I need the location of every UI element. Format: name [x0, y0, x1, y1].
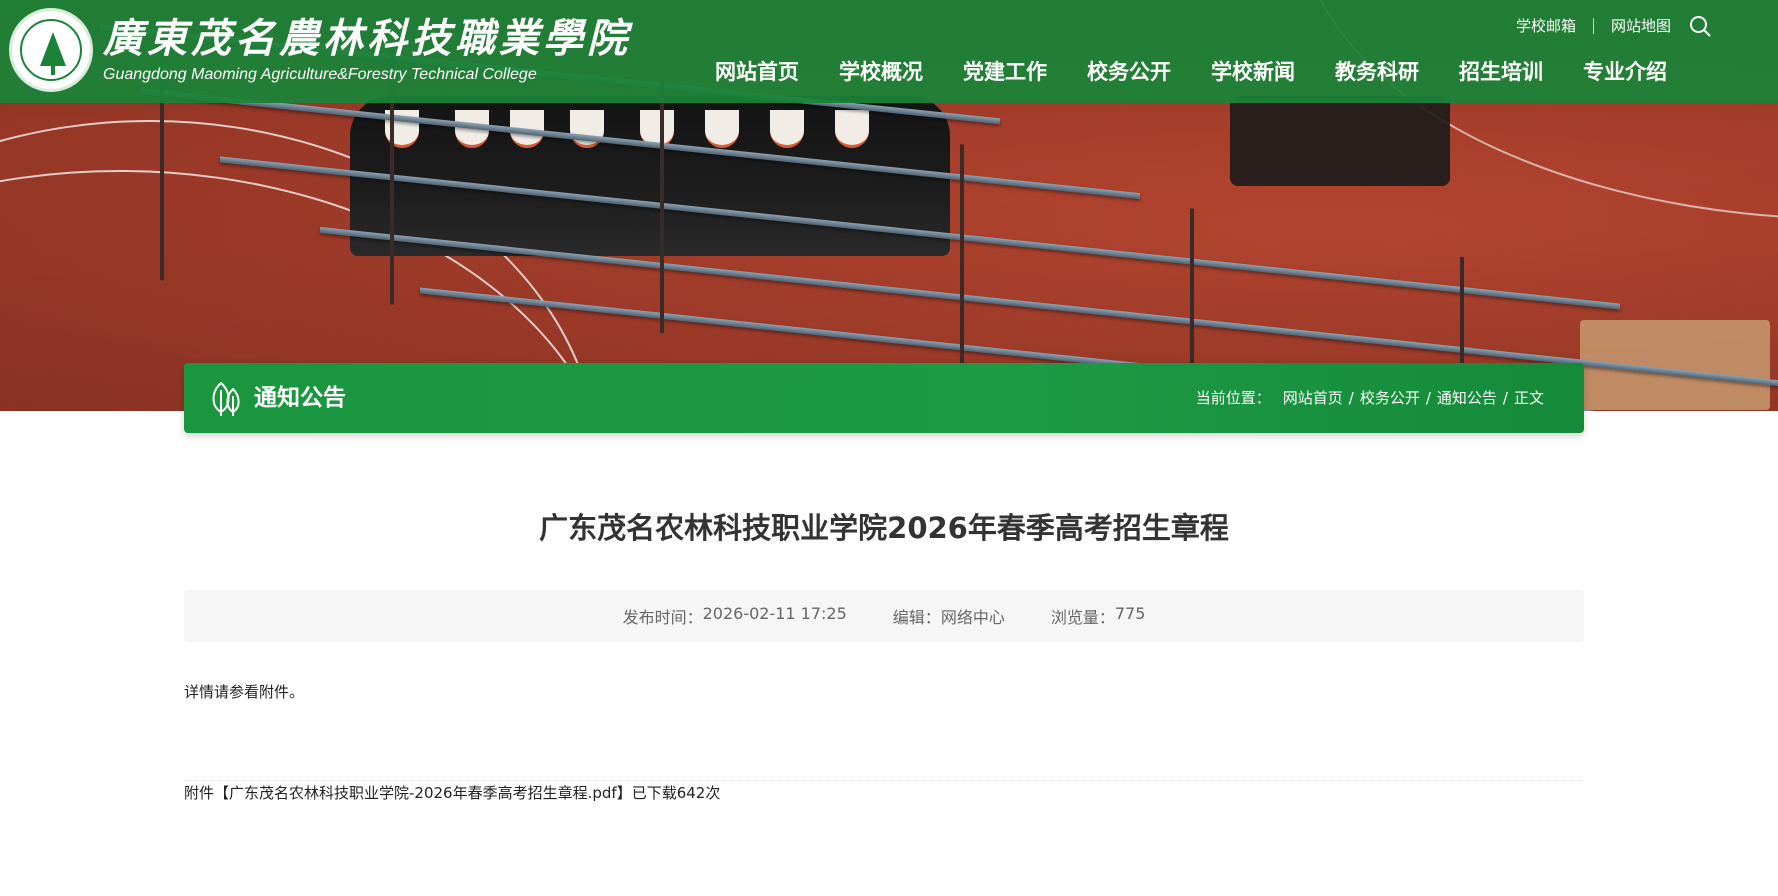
view-count: 浏览量： 775 — [1051, 604, 1146, 628]
article-meta: 发布时间： 2026-02-11 17:25 编辑： 网络中心 浏览量： 775 — [184, 590, 1584, 642]
nav-about[interactable]: 学校概况 — [819, 52, 943, 92]
leaf-icon — [206, 378, 246, 418]
school-mail-link[interactable]: 学校邮箱 — [1499, 14, 1593, 38]
logo-ring — [20, 19, 82, 81]
nav-majors[interactable]: 专业介绍 — [1563, 52, 1687, 92]
view-count-label: 浏览量： — [1050, 608, 1115, 627]
breadcrumb-home[interactable]: 网站首页 — [1283, 387, 1343, 409]
breadcrumb: 当前位置： 网站首页 / 校务公开 / 通知公告 / 正文 — [1196, 387, 1544, 409]
tree-icon — [40, 32, 66, 66]
breadcrumb-separator: / — [1348, 389, 1354, 407]
breadcrumb-affairs-disclosure[interactable]: 校务公开 — [1360, 387, 1420, 409]
breadcrumb-separator: / — [1425, 389, 1431, 407]
section-bar: 通知公告 当前位置： 网站首页 / 校务公开 / 通知公告 / 正文 — [184, 363, 1584, 433]
section-title: 通知公告 — [254, 385, 346, 411]
article-body: 详情请参看附件。 — [184, 683, 305, 701]
college-logo[interactable] — [9, 8, 93, 92]
breadcrumb-separator: / — [1502, 389, 1508, 407]
sitemap-link[interactable]: 网站地图 — [1594, 14, 1688, 38]
nav-teaching-research[interactable]: 教务科研 — [1315, 52, 1439, 92]
site-header: 廣東茂名農林科技職業學院 Guangdong Maoming Agricultu… — [0, 0, 1778, 103]
breadcrumb-notices[interactable]: 通知公告 — [1437, 387, 1497, 409]
editor-value: 网络中心 — [940, 608, 1005, 627]
tree-trunk — [51, 65, 55, 75]
attachment-link[interactable]: 广东茂名农林科技职业学院-2026年春季高考招生章程.pdf — [229, 784, 617, 802]
search-icon[interactable] — [1688, 14, 1712, 38]
breadcrumb-label: 当前位置： — [1195, 389, 1271, 407]
editor: 编辑： 网络中心 — [893, 604, 1005, 628]
nav-party-building[interactable]: 党建工作 — [943, 52, 1067, 92]
attachment-row: 附件【广东茂名农林科技职业学院-2026年春季高考招生章程.pdf】已下载642… — [184, 780, 1584, 804]
main-nav: 网站首页 学校概况 党建工作 校务公开 学校新闻 教务科研 招生培训 专业介绍 — [695, 52, 1687, 92]
editor-label: 编辑： — [892, 608, 941, 627]
breadcrumb-current: 正文 — [1513, 389, 1544, 407]
publish-time-label: 发布时间： — [622, 608, 703, 627]
nav-admissions[interactable]: 招生培训 — [1439, 52, 1563, 92]
publish-time: 发布时间： 2026-02-11 17:25 — [623, 604, 847, 628]
nav-affairs-disclosure[interactable]: 校务公开 — [1067, 52, 1191, 92]
attachment-prefix: 附件【 — [184, 784, 230, 802]
attachment-download-count: 】已下载642次 — [616, 784, 721, 802]
article-title: 广东茂名农林科技职业学院2026年春季高考招生章程 — [539, 511, 1229, 545]
college-name-cn: 廣東茂名農林科技職業學院 — [103, 15, 631, 62]
view-count-value: 775 — [1114, 604, 1146, 623]
publish-time-value: 2026-02-11 17:25 — [702, 604, 847, 623]
nav-home[interactable]: 网站首页 — [695, 52, 819, 92]
top-links: 学校邮箱 网站地图 — [1499, 14, 1688, 38]
college-name-en: Guangdong Maoming Agriculture&Forestry T… — [103, 66, 537, 83]
nav-school-news[interactable]: 学校新闻 — [1191, 52, 1315, 92]
